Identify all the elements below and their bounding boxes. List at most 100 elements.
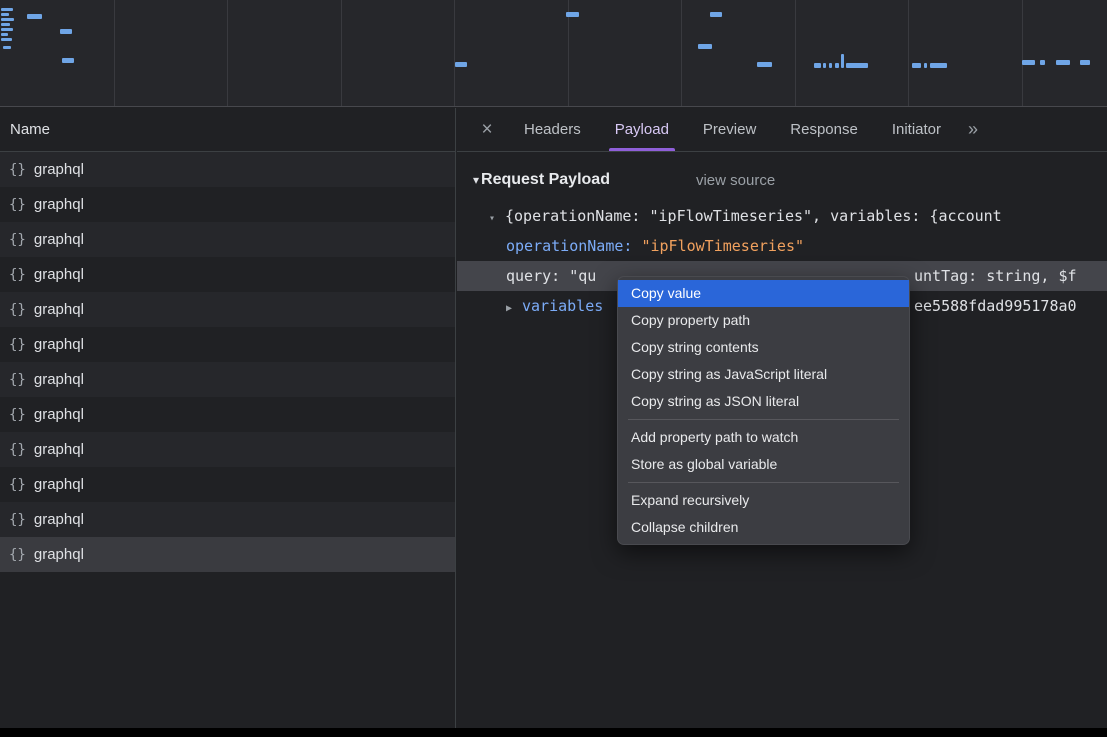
disclosure-triangle-icon[interactable]: ▾	[489, 204, 499, 231]
request-timing-bar	[841, 54, 844, 68]
devtools-network-panel: Name {}graphql{}graphql{}graphql{}graphq…	[0, 0, 1107, 737]
json-request-icon: {}	[9, 337, 26, 353]
more-tabs-icon[interactable]: »	[968, 119, 978, 140]
menu-item-store-as-global-variable[interactable]: Store as global variable	[618, 451, 909, 478]
request-name: graphql	[34, 336, 84, 353]
property-value: "ipFlowTimeseries"	[641, 237, 804, 255]
view-source-link[interactable]: view source	[696, 172, 775, 189]
request-row[interactable]: {} graphql	[0, 327, 455, 362]
root-object-preview: {operationName: "ipFlowTimeseries", vari…	[505, 207, 1002, 225]
request-timing-bar	[823, 63, 826, 68]
menu-item-expand-recursively[interactable]: Expand recursively	[618, 487, 909, 514]
request-row[interactable]: {} graphql	[0, 362, 455, 397]
property-key: variables	[522, 297, 603, 315]
menu-item-copy-string-contents[interactable]: Copy string contents	[618, 334, 909, 361]
request-row[interactable]: {} graphql	[0, 502, 455, 537]
network-overview-timeline[interactable]	[0, 0, 1107, 107]
request-timing-bar	[1080, 60, 1090, 65]
request-name: graphql	[34, 546, 84, 563]
menu-divider	[628, 419, 899, 420]
request-name: graphql	[34, 161, 84, 178]
json-request-icon: {}	[9, 162, 26, 178]
details-tab-bar: × Headers Payload Preview Response Initiator…	[457, 108, 1107, 152]
request-timing-bar	[455, 62, 467, 67]
request-timing-bar	[930, 63, 947, 68]
request-row[interactable]: {} graphql	[0, 152, 455, 187]
request-name: graphql	[34, 441, 84, 458]
query-value-left-fragment: query: "qu	[506, 267, 596, 285]
details-tabs: Headers Payload Preview Response Initiator	[507, 108, 958, 151]
request-row[interactable]: {}graphql	[0, 397, 455, 432]
json-request-icon: {}	[9, 197, 26, 213]
tab-response[interactable]: Response	[784, 108, 864, 151]
request-row[interactable]: {}graphql	[0, 257, 455, 292]
name-column-label: Name	[10, 121, 50, 138]
json-request-icon: {}	[9, 232, 26, 248]
request-payload-section-header: ▾ Request Payload view source	[457, 153, 1107, 191]
tab-preview[interactable]: Preview	[697, 108, 762, 151]
request-name: graphql	[34, 196, 84, 213]
name-column-header[interactable]: Name	[0, 108, 455, 152]
request-timing-bar	[698, 44, 712, 49]
request-timing-bar	[1, 8, 13, 11]
request-name: graphql	[34, 511, 84, 528]
timeline-gridline	[795, 0, 796, 106]
request-timing-bar	[27, 14, 42, 19]
json-request-icon: {}	[9, 547, 26, 563]
context-menu: Copy valueCopy property pathCopy string …	[617, 276, 910, 545]
tab-payload[interactable]: Payload	[609, 108, 675, 151]
json-request-icon: {}	[9, 267, 26, 283]
menu-divider	[628, 482, 899, 483]
request-row[interactable]: {}graphql	[0, 432, 455, 467]
request-timing-bar	[1, 13, 9, 16]
request-timing-bar	[912, 63, 921, 68]
timeline-gridline	[1022, 0, 1023, 106]
menu-item-collapse-children[interactable]: Collapse children	[618, 514, 909, 541]
section-title: Request Payload	[481, 171, 610, 189]
request-row[interactable]: {} graphql	[0, 187, 455, 222]
request-row[interactable]: {} graphql	[0, 292, 455, 327]
timeline-gridline	[454, 0, 455, 106]
timeline-gridline	[114, 0, 115, 106]
request-timing-bar	[1, 28, 13, 31]
section-disclosure-triangle-icon[interactable]: ▾	[473, 173, 479, 187]
request-timing-bar	[60, 29, 72, 34]
request-timing-bar	[3, 46, 11, 49]
request-timing-bar	[710, 12, 722, 17]
close-icon[interactable]: ×	[475, 119, 499, 141]
request-timing-bar	[1056, 60, 1070, 65]
disclosure-triangle-icon[interactable]: ▶	[506, 294, 516, 321]
request-timing-bar	[814, 63, 821, 68]
tree-row-root[interactable]: ▾ {operationName: "ipFlowTimeseries", var…	[457, 201, 1107, 231]
request-list-panel: Name {}graphql{}graphql{}graphql{}graphq…	[0, 108, 456, 728]
json-request-icon: {}	[9, 372, 26, 388]
request-timing-bar	[566, 12, 579, 17]
request-rows: {} graphql {} graphql {} graphql {} graphql {} gr…	[0, 152, 455, 572]
request-row[interactable]: {} graphql	[0, 537, 455, 572]
request-timing-bar	[1022, 60, 1035, 65]
timeline-gridline	[908, 0, 909, 106]
menu-item-copy-string-as-json-literal[interactable]: Copy string as JSON literal	[618, 388, 909, 415]
menu-item-copy-string-as-javascript-literal[interactable]: Copy string as JavaScript literal	[618, 361, 909, 388]
tab-headers[interactable]: Headers	[518, 108, 587, 151]
request-row[interactable]: {}graphql	[0, 467, 455, 502]
menu-item-copy-property-path[interactable]: Copy property path	[618, 307, 909, 334]
request-name: graphql	[34, 371, 84, 388]
request-timing-bar	[835, 63, 839, 68]
tab-initiator[interactable]: Initiator	[886, 108, 947, 151]
request-timing-bar	[1, 38, 12, 41]
tree-row-operation-name[interactable]: operationName: "ipFlowTimeseries"	[457, 231, 1107, 261]
menu-item-copy-value[interactable]: Copy value	[618, 280, 909, 307]
variables-value-right-fragment: ee5588fdad995178a0	[914, 291, 1077, 321]
json-request-icon: {}	[9, 512, 26, 528]
timeline-gridline	[227, 0, 228, 106]
json-request-icon: {}	[9, 477, 26, 493]
request-name: graphql	[34, 301, 84, 318]
request-name: graphql	[34, 231, 84, 248]
request-timing-bar	[829, 63, 832, 68]
menu-item-add-property-path-to-watch[interactable]: Add property path to watch	[618, 424, 909, 451]
request-row[interactable]: {} graphql	[0, 222, 455, 257]
request-timing-bar	[757, 62, 772, 67]
network-main-area: Name {}graphql{}graphql{}graphql{}graphq…	[0, 108, 1107, 728]
json-request-icon: {}	[9, 302, 26, 318]
